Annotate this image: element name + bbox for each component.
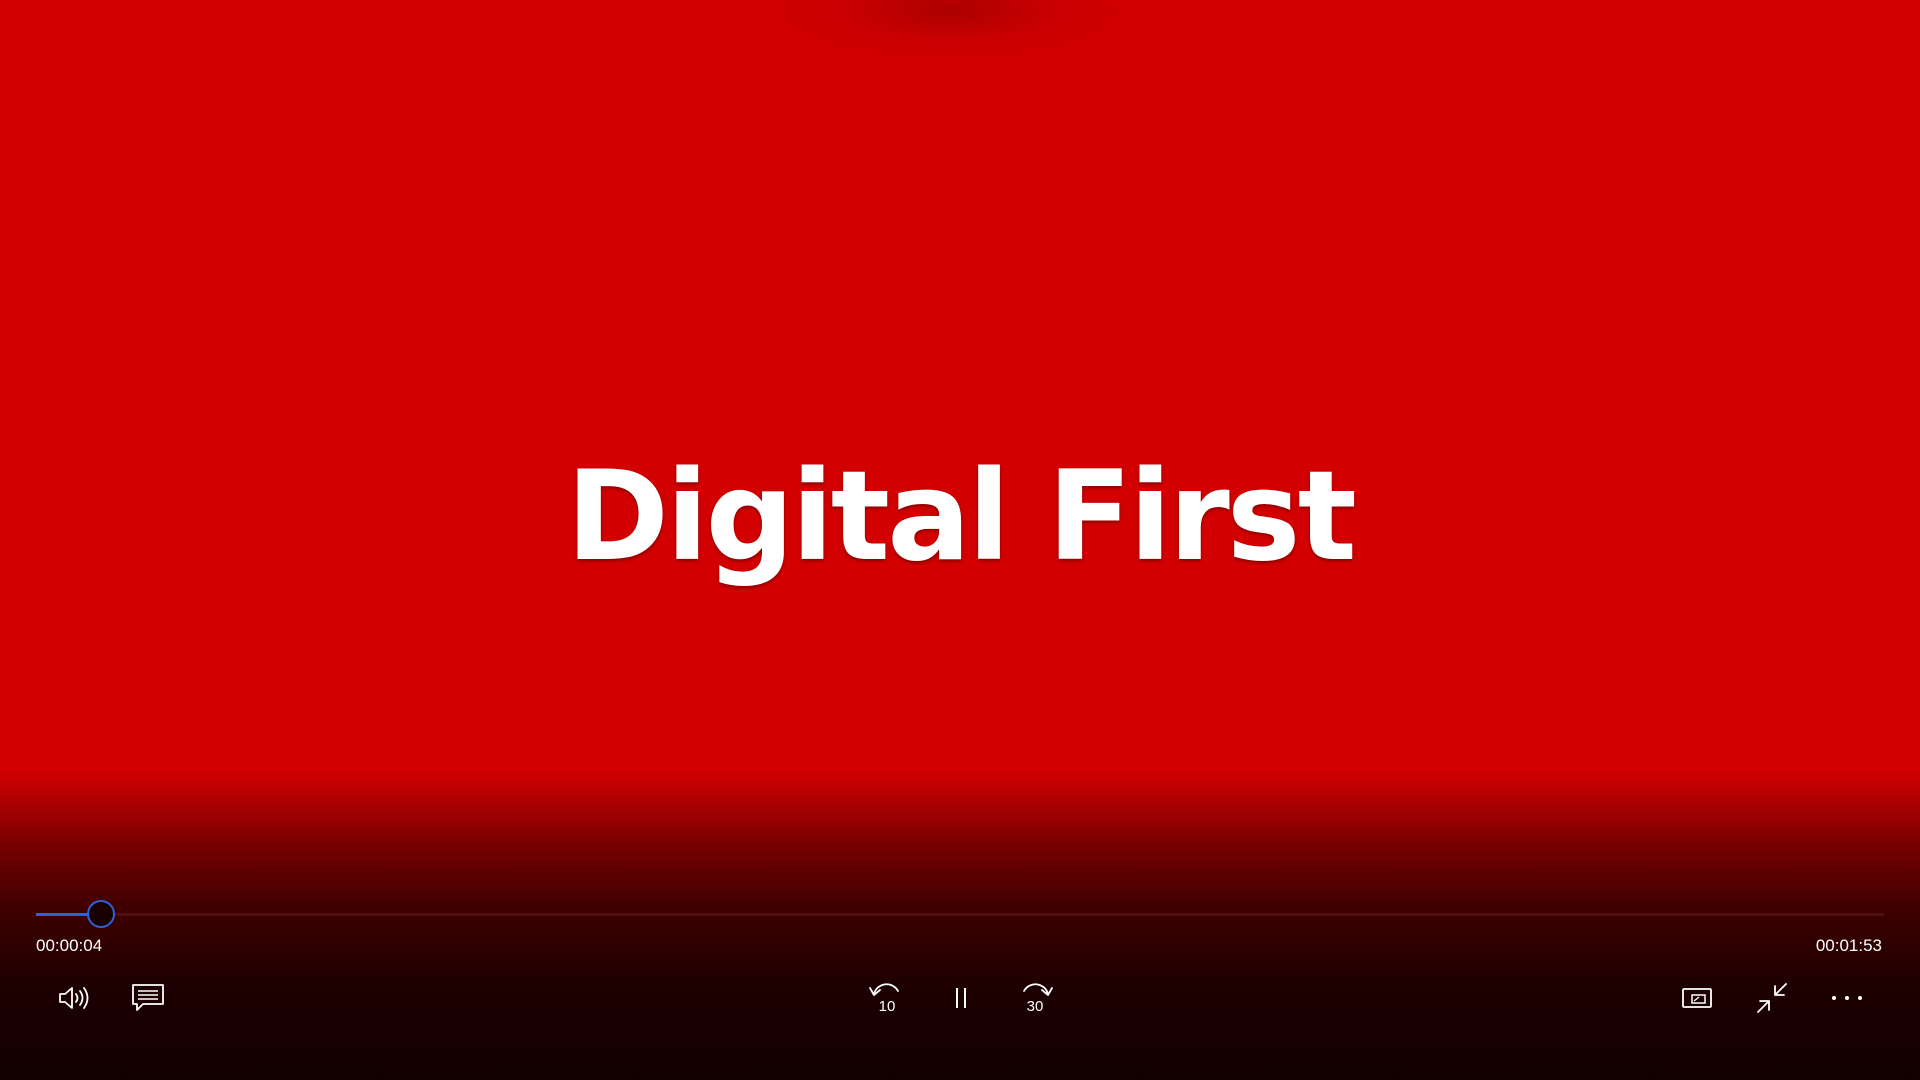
pause-button[interactable] <box>937 974 985 1022</box>
mini-view-icon <box>1682 988 1712 1008</box>
more-options-button[interactable] <box>1823 974 1871 1022</box>
skip-back-icon: 10 <box>869 983 899 1015</box>
skip-forward-label: 30 <box>1027 998 1044 1015</box>
elapsed-time: 00:00:04 <box>36 936 103 955</box>
skip-back-button[interactable]: 10 <box>862 974 910 1022</box>
volume-button[interactable] <box>50 974 98 1022</box>
more-options-icon <box>1832 996 1862 1000</box>
exit-fullscreen-icon <box>1757 983 1787 1013</box>
pause-icon <box>956 988 966 1008</box>
exit-fullscreen-button[interactable] <box>1748 974 1796 1022</box>
video-title-text: Digital First <box>566 445 1357 589</box>
video-player[interactable]: Digital First 00:00:04 00:01:53 10 30 <box>0 0 1920 1080</box>
total-duration: 00:01:53 <box>1815 936 1882 955</box>
controls-overlay <box>0 770 1920 1080</box>
skip-back-label: 10 <box>879 998 896 1015</box>
video-artifact <box>780 0 1120 60</box>
captions-button[interactable] <box>124 974 172 1022</box>
skip-forward-button[interactable]: 30 <box>1012 974 1060 1022</box>
seek-bar[interactable] <box>36 900 1884 928</box>
skip-forward-icon: 30 <box>1023 983 1053 1015</box>
mini-view-button[interactable] <box>1673 974 1721 1022</box>
captions-icon <box>132 984 164 1011</box>
speaker-volume-icon <box>59 987 89 1009</box>
